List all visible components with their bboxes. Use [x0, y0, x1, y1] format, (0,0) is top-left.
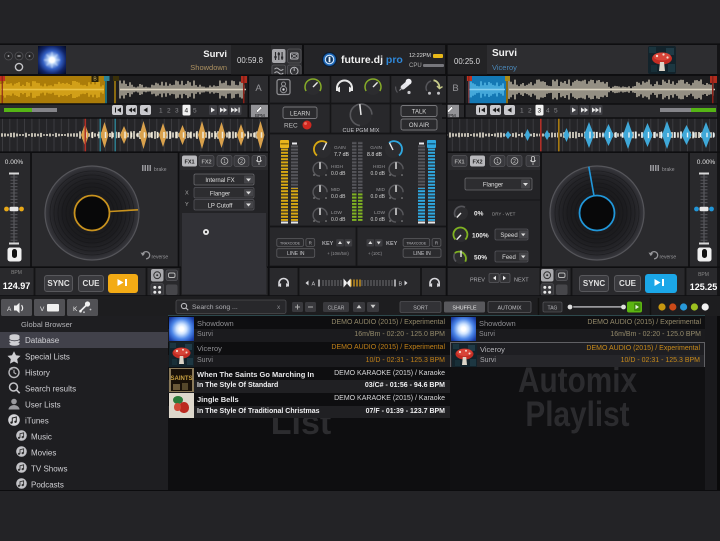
svg-text:A: A	[7, 306, 12, 313]
svg-text:History: History	[25, 369, 50, 378]
svg-text:Podcasts: Podcasts	[31, 481, 64, 490]
svg-text:TAG: TAG	[548, 305, 558, 311]
svg-text:V: V	[40, 306, 45, 313]
svg-text:AUTOMIX: AUTOMIX	[497, 305, 522, 311]
svg-text:Search results: Search results	[25, 385, 76, 394]
svg-text:User Lists: User Lists	[25, 401, 61, 410]
svg-text:TV Shows: TV Shows	[31, 465, 67, 474]
svg-text:Database: Database	[25, 336, 60, 345]
svg-text:Movies: Movies	[31, 449, 56, 458]
svg-text:SORT: SORT	[413, 305, 428, 311]
svg-text:Special Lists: Special Lists	[25, 353, 70, 362]
svg-text:Music: Music	[31, 433, 52, 442]
svg-text:SHUFFLE: SHUFFLE	[452, 305, 477, 311]
svg-text:CLEAR: CLEAR	[328, 305, 345, 311]
svg-text:Search song ...: Search song ...	[192, 304, 238, 311]
svg-text:iTunes: iTunes	[25, 417, 49, 426]
svg-text:K: K	[73, 306, 78, 313]
